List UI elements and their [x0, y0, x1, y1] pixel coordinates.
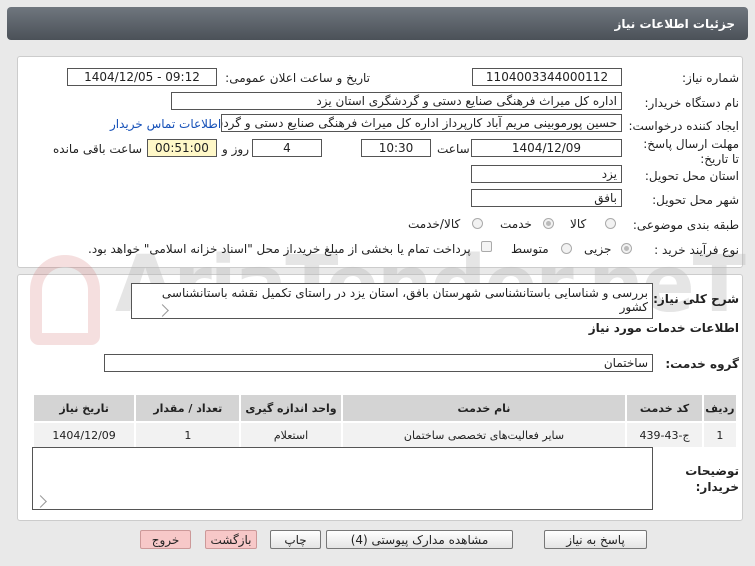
- table-row: 1 ج-43-439 سایر فعالیت‌های تخصصی ساختمان…: [31, 421, 739, 449]
- requester-label: ایجاد کننده درخواست:: [628, 119, 739, 133]
- process-option-minor: جزیی: [584, 242, 612, 256]
- service-group-label: گروه خدمت:: [665, 357, 739, 371]
- view-attachments-button[interactable]: مشاهده مدارک پیوستی (4): [326, 530, 513, 549]
- process-option-medium: متوسط: [511, 242, 549, 256]
- buyer-notes-label: توضیحات خریدار:: [685, 464, 739, 494]
- process-label: نوع فرآیند خرید :: [654, 243, 739, 257]
- payment-note: پرداخت تمام یا بخشی از مبلغ خرید،از محل …: [88, 242, 471, 256]
- col-service-name: نام خدمت: [340, 393, 628, 423]
- city-field: بافق: [471, 189, 622, 207]
- process-radio-minor[interactable]: [621, 243, 632, 254]
- category-label: طبقه بندی موضوعی:: [632, 218, 739, 232]
- category-option-goods: کالا: [570, 217, 587, 231]
- payment-checkbox[interactable]: [481, 241, 492, 252]
- category-option-service: خدمت: [500, 217, 532, 231]
- deadline-time-label: ساعت: [437, 142, 470, 156]
- category-radio-goods[interactable]: [605, 218, 616, 229]
- remaining-time-field: 00:51:00: [147, 139, 217, 157]
- reply-button[interactable]: پاسخ به نیاز: [544, 530, 647, 549]
- process-radio-medium[interactable]: [561, 243, 572, 254]
- announce-field: 1404/12/05 - 09:12: [67, 68, 217, 86]
- category-option-goods-service: کالا/خدمت: [408, 217, 461, 231]
- requester-field: حسین پورموبینی مریم آباد کارپرداز اداره …: [221, 114, 622, 132]
- need-number-label: شماره نیاز:: [682, 71, 739, 85]
- services-section-title: اطلاعات خدمات مورد نیاز: [588, 321, 739, 335]
- province-label: استان محل تحویل:: [644, 169, 739, 183]
- cell-need-date: 1404/12/09: [31, 421, 137, 449]
- buyer-org-label: نام دستگاه خریدار:: [644, 96, 740, 110]
- summary-textarea[interactable]: بررسی و شناسایی باستانشناسی شهرستان بافق…: [131, 283, 653, 319]
- buyer-notes-textarea[interactable]: [32, 447, 653, 510]
- services-table: ردیف کد خدمت نام خدمت واحد اندازه گیری ت…: [31, 393, 739, 449]
- deadline-date-field: 1404/12/09: [471, 139, 622, 157]
- print-button[interactable]: چاپ: [270, 530, 321, 549]
- days-label: روز و: [222, 142, 249, 156]
- deadline-time-field: 10:30: [361, 139, 431, 157]
- buyer-org-field: اداره کل میراث فرهنگی صنایع دستی و گردشگ…: [171, 92, 622, 110]
- page-title: جزئیات اطلاعات نیاز: [614, 17, 735, 31]
- summary-label: شرح کلی نیاز:: [653, 292, 739, 306]
- days-field: 4: [252, 139, 322, 157]
- cell-unit: استعلام: [239, 421, 343, 449]
- col-service-code: کد خدمت: [625, 393, 704, 423]
- page-header: جزئیات اطلاعات نیاز: [7, 7, 748, 40]
- col-quantity: تعداد / مقدار: [134, 393, 242, 423]
- col-unit: واحد اندازه گیری: [239, 393, 343, 423]
- need-number-field: 1104003344000112: [472, 68, 622, 86]
- table-header-row: ردیف کد خدمت نام خدمت واحد اندازه گیری ت…: [31, 393, 739, 423]
- cell-service-code: ج-43-439: [625, 421, 704, 449]
- service-group-field: ساختمان: [104, 354, 653, 372]
- need-info-panel: [17, 56, 743, 268]
- category-radio-goods-service[interactable]: [472, 218, 483, 229]
- exit-button[interactable]: خروج: [140, 530, 191, 549]
- col-need-date: تاریخ نیاز: [31, 393, 137, 423]
- cell-quantity: 1: [134, 421, 242, 449]
- back-button[interactable]: بازگشت: [205, 530, 257, 549]
- cell-row-number: 1: [701, 421, 739, 449]
- col-row-number: ردیف: [701, 393, 739, 423]
- cell-service-name: سایر فعالیت‌های تخصصی ساختمان: [340, 421, 628, 449]
- deadline-label: مهلت ارسال پاسخ: تا تاریخ:: [643, 137, 739, 166]
- remaining-time-label: ساعت باقی مانده: [53, 142, 143, 156]
- city-label: شهر محل تحویل:: [652, 193, 739, 207]
- announce-label: تاریخ و ساعت اعلان عمومی:: [225, 71, 370, 85]
- contact-info-link[interactable]: اطلاعات تماس خریدار: [110, 117, 221, 131]
- category-radio-service[interactable]: [543, 218, 554, 229]
- province-field: یزد: [471, 165, 622, 183]
